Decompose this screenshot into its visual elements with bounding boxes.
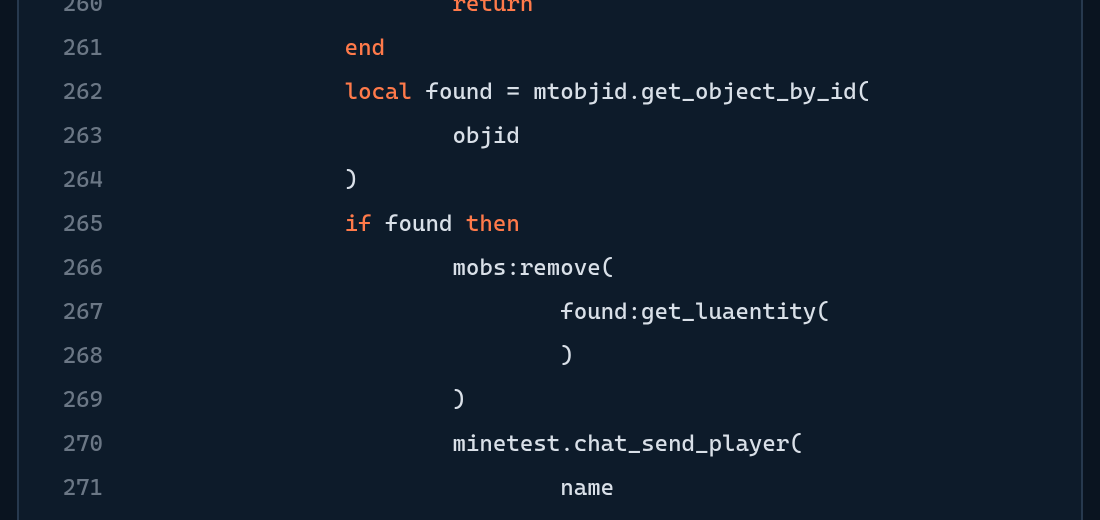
indent	[129, 255, 452, 281]
code-lines: 260 return261 end262 local found = mtobj…	[19, 0, 1081, 510]
line-number: 270	[19, 422, 129, 466]
code-line[interactable]: 262 local found = mtobjid.get_object_by_…	[19, 70, 1081, 114]
token-keyword: end	[345, 35, 385, 61]
indent	[129, 387, 452, 413]
line-content[interactable]: return	[129, 0, 1081, 26]
token-default: )	[560, 343, 573, 369]
line-number: 262	[19, 70, 129, 114]
line-number: 263	[19, 114, 129, 158]
token-keyword: local	[345, 79, 412, 105]
token-default: )	[345, 167, 358, 193]
token-default: )	[452, 387, 465, 413]
token-keyword: return	[452, 0, 533, 17]
indent	[129, 211, 345, 237]
code-line[interactable]: 260 return	[19, 0, 1081, 26]
code-line[interactable]: 266 mobs:remove(	[19, 246, 1081, 290]
token-default: found = mtobjid.get_object_by_id(	[412, 79, 870, 105]
token-default: objid	[452, 123, 519, 149]
code-line[interactable]: 264 )	[19, 158, 1081, 202]
indent	[129, 475, 560, 501]
line-content[interactable]: name	[129, 466, 1081, 510]
code-area[interactable]: 260 return261 end262 local found = mtobj…	[19, 0, 1081, 520]
line-number: 271	[19, 466, 129, 510]
code-line[interactable]: 269 )	[19, 378, 1081, 422]
token-default: mobs:remove(	[452, 255, 614, 281]
indent	[129, 123, 452, 149]
indent	[129, 431, 452, 457]
line-number: 260	[19, 0, 129, 26]
line-content[interactable]: )	[129, 334, 1081, 378]
code-line[interactable]: 267 found:get_luaentity(	[19, 290, 1081, 334]
indent	[129, 343, 560, 369]
code-line[interactable]: 265 if found then	[19, 202, 1081, 246]
line-content[interactable]: local found = mtobjid.get_object_by_id(	[129, 70, 1081, 114]
line-content[interactable]: found:get_luaentity(	[129, 290, 1081, 334]
line-number: 261	[19, 26, 129, 70]
line-content[interactable]: mobs:remove(	[129, 246, 1081, 290]
token-keyword: then	[466, 211, 520, 237]
indent	[129, 0, 452, 17]
token-default: minetest.chat_send_player(	[452, 431, 802, 457]
line-number: 267	[19, 290, 129, 334]
indent	[129, 167, 345, 193]
line-number: 264	[19, 158, 129, 202]
line-content[interactable]: if found then	[129, 202, 1081, 246]
token-default: found:get_luaentity(	[560, 299, 830, 325]
code-line[interactable]: 268 )	[19, 334, 1081, 378]
code-line[interactable]: 270 minetest.chat_send_player(	[19, 422, 1081, 466]
indent	[129, 299, 560, 325]
indent	[129, 79, 345, 105]
code-line[interactable]: 261 end	[19, 26, 1081, 70]
line-content[interactable]: objid	[129, 114, 1081, 158]
line-content[interactable]: )	[129, 378, 1081, 422]
token-default: found	[372, 211, 466, 237]
frame-border-right	[1081, 0, 1083, 520]
line-number: 269	[19, 378, 129, 422]
line-number: 265	[19, 202, 129, 246]
indent	[129, 35, 345, 61]
code-line[interactable]: 271 name	[19, 466, 1081, 510]
line-number: 266	[19, 246, 129, 290]
line-content[interactable]: )	[129, 158, 1081, 202]
token-keyword: if	[345, 211, 372, 237]
code-line[interactable]: 263 objid	[19, 114, 1081, 158]
line-content[interactable]: end	[129, 26, 1081, 70]
token-default: name	[560, 475, 614, 501]
code-editor-viewport: 260 return261 end262 local found = mtobj…	[0, 0, 1100, 520]
line-content[interactable]: minetest.chat_send_player(	[129, 422, 1081, 466]
line-number: 268	[19, 334, 129, 378]
